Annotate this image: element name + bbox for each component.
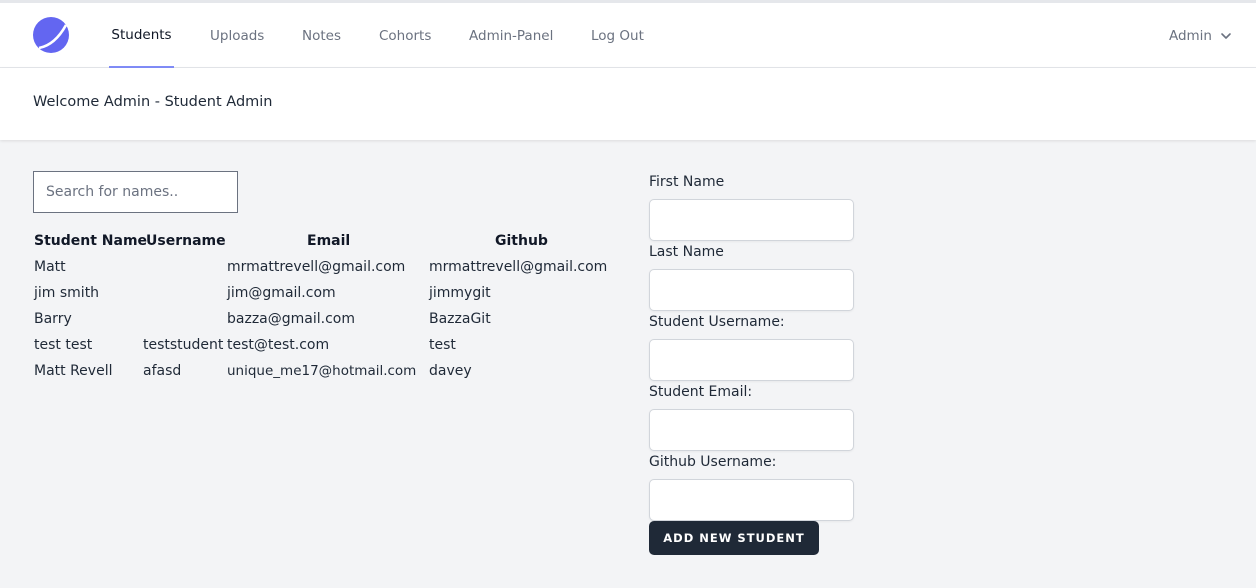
first-name-field[interactable] [649, 199, 854, 241]
cell-student-name: jim smith [34, 285, 100, 301]
logo-icon[interactable] [33, 17, 69, 53]
student-email-field[interactable] [649, 409, 854, 451]
cell-student-name: test test [34, 337, 93, 353]
main-content: Student Name Username Email Github Matt … [0, 140, 1256, 587]
cell-student-name: Barry [34, 311, 72, 327]
nav-students[interactable]: Students [109, 3, 174, 68]
cell-email: bazza@gmail.com [227, 311, 355, 327]
cell-github: jimmygit [429, 285, 491, 301]
student-username-label: Student Username: [649, 314, 785, 330]
cell-username: teststudent [143, 337, 224, 353]
column-header-email: Email [307, 233, 351, 249]
cell-email: test@test.com [227, 337, 330, 353]
cell-github: davey [429, 363, 472, 379]
cell-username: afasd [143, 363, 182, 379]
top-nav: Students Uploads Notes Cohorts Admin-Pan… [0, 3, 1256, 68]
cell-email: jim@gmail.com [227, 285, 336, 301]
nav-admin-panel[interactable]: Admin-Panel [469, 3, 553, 68]
cell-student-name: Matt Revell [34, 363, 113, 379]
cell-student-name: Matt [34, 259, 66, 275]
last-name-field[interactable] [649, 269, 854, 311]
cell-email: mrmattrevell@gmail.com [227, 259, 406, 275]
column-header-github: Github [495, 233, 548, 249]
nav-log-out[interactable]: Log Out [591, 3, 644, 68]
page-title: Welcome Admin - Student Admin [33, 94, 273, 110]
cell-github: BazzaGit [429, 311, 491, 327]
cell-github: test [429, 337, 456, 353]
page-header: Welcome Admin - Student Admin [0, 68, 1256, 140]
nav-notes[interactable]: Notes [302, 3, 341, 68]
nav-uploads[interactable]: Uploads [210, 3, 264, 68]
github-username-field[interactable] [649, 479, 854, 521]
column-header-student-name: Student Name [34, 233, 148, 249]
student-email-label: Student Email: [649, 384, 753, 400]
search-input[interactable] [33, 171, 238, 213]
cell-email: unique_me17@hotmail.com [227, 363, 417, 379]
cell-github: mrmattrevell@gmail.com [429, 259, 608, 275]
github-username-label: Github Username: [649, 454, 777, 470]
student-username-field[interactable] [649, 339, 854, 381]
nav-cohorts[interactable]: Cohorts [379, 3, 431, 68]
user-menu-label: Admin [1168, 27, 1212, 44]
first-name-label: First Name [649, 174, 725, 190]
user-menu[interactable]: Admin [1169, 3, 1234, 68]
add-new-student-button[interactable]: ADD NEW STUDENT [649, 521, 819, 555]
chevron-down-icon [1221, 32, 1231, 39]
column-header-username: Username [146, 233, 226, 249]
last-name-label: Last Name [649, 244, 724, 260]
